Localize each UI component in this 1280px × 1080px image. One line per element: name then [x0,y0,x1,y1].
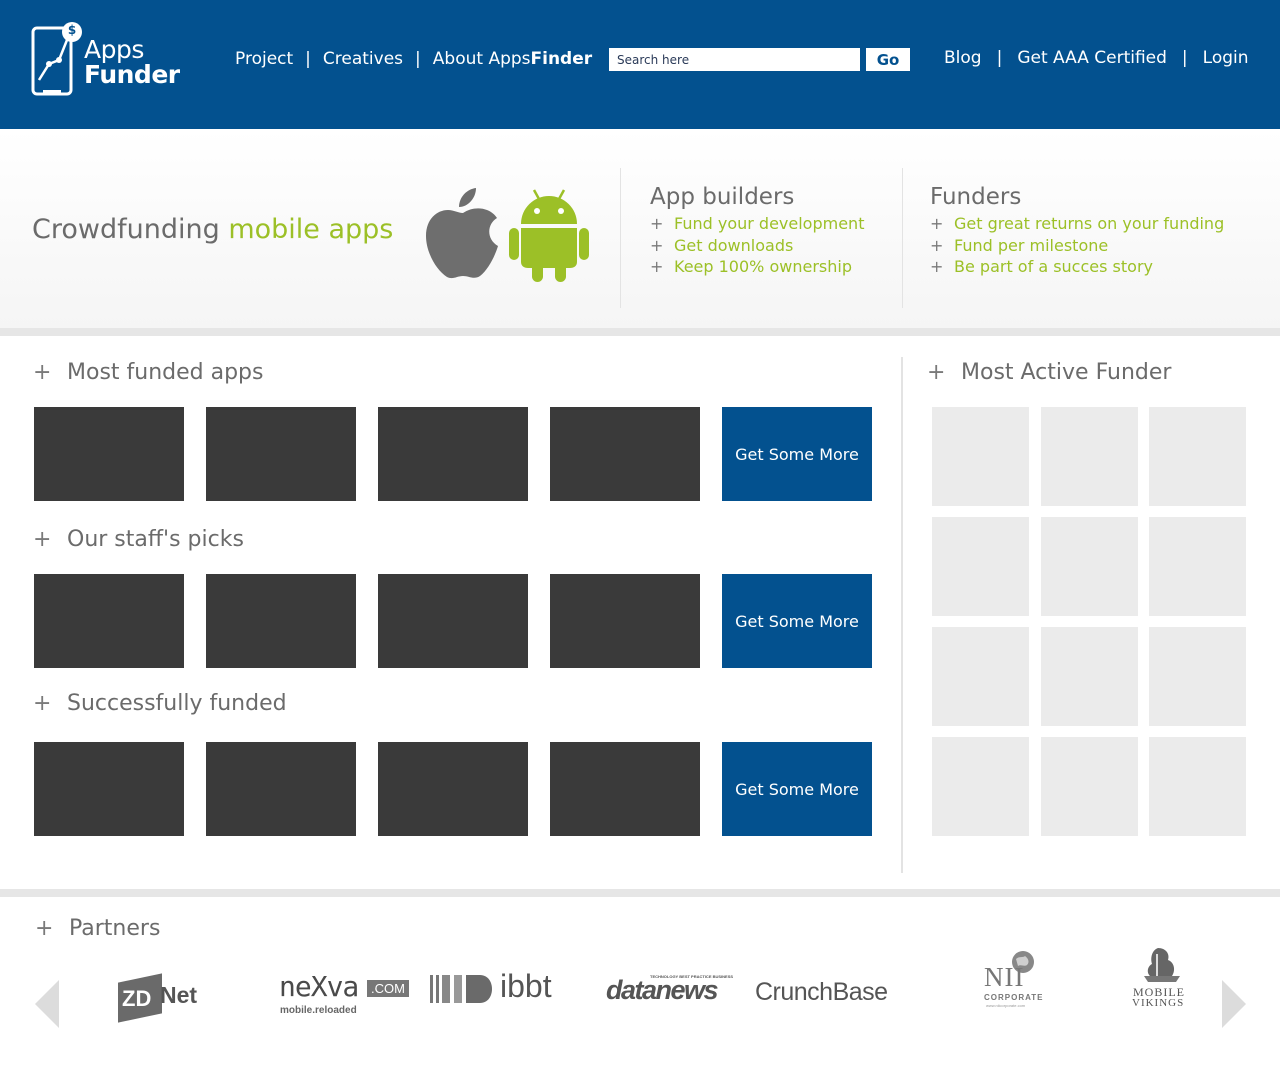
column-divider [901,357,903,873]
hero-title: Crowdfunding mobile apps [32,214,394,245]
partner-logo-nii-corporate[interactable]: NII CORPORATE www.niicorporate.com [980,948,1050,1010]
funders-item: + Get great returns on your funding [930,214,1225,233]
app-builders-title: App builders [650,184,795,210]
section-title-most-funded: + Most funded apps [33,360,264,385]
logo-badge: $ [67,23,77,37]
search-input[interactable] [609,48,860,71]
funder-avatar[interactable] [932,627,1029,726]
app-tile[interactable] [206,407,356,501]
search-go-button[interactable]: Go [866,48,910,71]
nav-separator: | [305,49,311,69]
funders-block: Funders + Get great returns on your fundi… [930,184,1224,278]
plus-icon: + [930,214,944,233]
app-tile[interactable] [206,574,356,668]
apps-funder-logo[interactable]: $ Apps Funder [31,20,181,100]
partner-logo-crunchbase[interactable]: CrunchBase [755,978,895,1010]
get-some-more-button[interactable]: Get Some More [722,407,872,501]
app-tile[interactable] [34,407,184,501]
nav-project[interactable]: Project [235,49,293,69]
section-title-partners: + Partners [35,916,161,941]
app-tile[interactable] [550,742,700,836]
partner-logo-nexva[interactable]: neXva .COM mobile.reloaded [279,970,419,1018]
section-title-successfully-funded: + Successfully funded [33,691,287,716]
partner-logo-ibbt[interactable]: ibbt [430,968,570,1010]
app-builders-block: App builders + Fund your development + Get… [650,184,864,278]
plus-icon: + [33,527,52,552]
app-tile[interactable] [550,574,700,668]
nav-separator: | [1181,48,1188,68]
partner-logo-zdnet[interactable]: ZD Net [116,972,216,1028]
app-tile[interactable] [550,407,700,501]
funder-avatar[interactable] [932,737,1029,836]
secondary-nav: Blog | Get AAA Certified | Login [944,48,1249,68]
nav-get-certified[interactable]: Get AAA Certified [1017,48,1167,68]
app-tile[interactable] [34,742,184,836]
nav-separator: | [415,49,421,69]
funders-title: Funders [930,184,1022,210]
funder-avatar[interactable] [1041,517,1138,616]
android-icon [509,189,589,282]
section-title-most-active-funder: + Most Active Funder [927,360,1172,385]
section-title-staff-picks: + Our staff's picks [33,527,244,552]
primary-nav: Project | Creatives | About AppsFinder [235,49,592,69]
funder-avatar[interactable] [1041,627,1138,726]
nav-login[interactable]: Login [1203,48,1249,68]
app-tile[interactable] [34,574,184,668]
nav-blog[interactable]: Blog [944,48,982,68]
nav-separator: | [996,48,1003,68]
top-header: $ Apps Funder Project | Creatives | Abou… [0,0,1280,129]
app-tile[interactable] [378,742,528,836]
plus-icon: + [35,916,54,941]
carousel-next-arrow-icon[interactable] [1222,980,1246,1028]
funders-item: + Fund per milestone [930,235,1109,255]
app-builders-item: + Fund your development [650,214,865,233]
plus-icon: + [930,257,944,276]
app-tile[interactable] [206,742,356,836]
plus-icon: + [930,235,944,255]
hero-divider [0,328,1280,336]
funders-item: + Be part of a succes story [930,257,1153,276]
partner-logo-mobile-vikings[interactable]: MOBILE VIKINGS [1130,946,1198,1012]
funder-avatar[interactable] [1149,407,1246,506]
nav-about[interactable]: About AppsFinder [433,49,592,69]
plus-icon: + [33,691,52,716]
funder-avatar[interactable] [1149,517,1246,616]
funder-avatar[interactable] [1149,737,1246,836]
viking-ship-icon [1144,948,1180,982]
plus-icon: + [33,360,52,385]
phone-chart-icon [31,22,82,96]
ibbt-mark-icon [430,975,492,1003]
plus-icon: + [650,214,664,233]
get-some-more-button[interactable]: Get Some More [722,574,872,668]
app-builders-item: + Get downloads [650,235,794,255]
plus-icon: + [927,360,946,385]
plus-icon: + [650,257,664,276]
funder-avatar[interactable] [1041,407,1138,506]
plus-icon: + [650,235,664,255]
partners-divider [0,889,1280,897]
nav-creatives[interactable]: Creatives [323,49,403,69]
hero-separator [902,168,903,308]
hero-separator [620,168,621,308]
funder-avatar[interactable] [932,407,1029,506]
carousel-prev-arrow-icon[interactable] [35,980,59,1028]
get-some-more-button[interactable]: Get Some More [722,742,872,836]
funder-avatar[interactable] [932,517,1029,616]
partner-logo-datanews[interactable]: TECHNOLOGY BEST PRACTICE BUSINESS datane… [606,974,736,1010]
apple-icon [426,188,498,279]
app-builders-item: + Keep 100% ownership [650,257,852,276]
app-tile[interactable] [378,407,528,501]
funder-avatar[interactable] [1149,627,1246,726]
funder-avatar[interactable] [1041,737,1138,836]
logo-funder-text: Funder [84,60,180,89]
app-tile[interactable] [378,574,528,668]
